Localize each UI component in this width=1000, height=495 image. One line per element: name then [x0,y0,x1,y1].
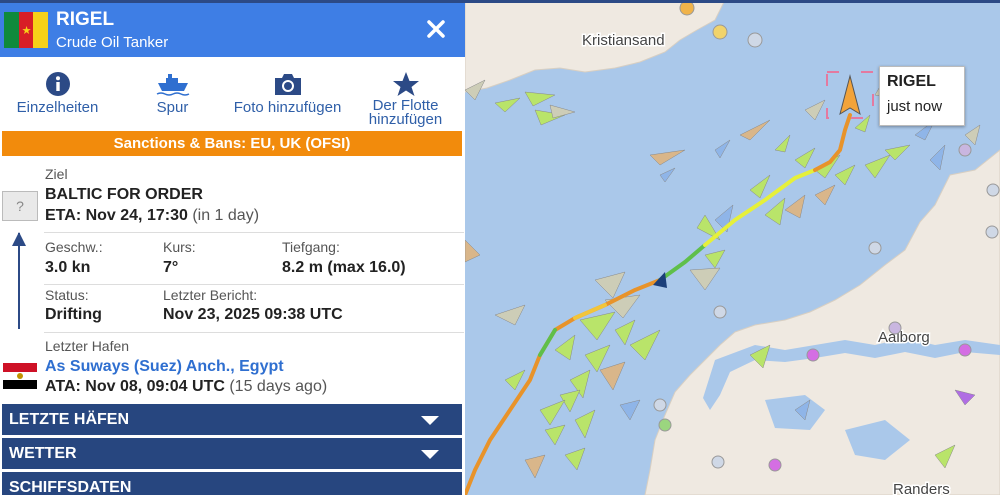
eta-value: ETA: Nov 24, 17:30 (in 1 day) [45,207,260,224]
ship-track-icon [156,74,189,96]
chevron-down-icon [421,450,439,459]
last-report-label: Letzter Bericht: [163,287,258,303]
vessel-info-panel: ★ RIGEL Crude Oil Tanker Einzelheiten Sp… [0,3,465,495]
vessel-map-label[interactable]: RIGEL just now [879,66,965,126]
close-icon[interactable] [424,17,448,41]
voyage-arrow-icon [12,232,26,246]
action-bar: Einzelheiten Spur Foto hinzufügen Der Fl… [0,61,465,131]
divider [44,284,464,285]
status-label: Status: [45,287,89,303]
details-label: Einzelheiten [16,99,99,116]
info-icon [45,72,70,96]
draught-label: Tiefgang: [282,239,340,255]
destination-label: Ziel [45,166,68,182]
add-photo-button[interactable]: Foto hinzufügen [230,61,345,131]
place-label-aalborg: Aalborg [878,329,930,346]
top-border [0,0,1000,3]
place-label-randers: Randers [893,481,950,495]
ata-value: ATA: Nov 08, 09:04 UTC (15 days ago) [45,378,328,395]
cameroon-flag-icon: ★ [4,12,49,48]
accordion-weather[interactable]: WETTER [2,438,462,469]
status-value: Drifting [45,306,102,323]
accordion-label: LETZTE HÄFEN [9,411,129,428]
add-photo-label: Foto hinzufügen [233,99,342,116]
divider [44,232,464,233]
voyage-line [18,233,20,329]
track-label: Spur [156,99,189,116]
vessel-map-label-name: RIGEL [887,73,936,90]
camera-icon [274,74,301,95]
details-button[interactable]: Einzelheiten [0,61,115,131]
last-report-value: Nov 23, 2025 09:38 UTC [163,306,343,323]
divider [44,332,464,333]
unknown-port-flag: ? [2,191,38,221]
vessel-map-label-time: just now [887,98,943,115]
sanctions-banner[interactable]: Sanctions & Bans: EU, UK (OFSI) [2,131,462,156]
speed-label: Geschw.: [45,239,103,255]
accordion-label: WETTER [9,445,77,462]
add-to-fleet-button[interactable]: Der Flotte hinzufügen [348,61,463,131]
track-button[interactable]: Spur [115,61,230,131]
accordion-ship-data[interactable]: SCHIFFSDATEN [2,472,462,495]
egypt-flag-icon [3,363,37,390]
accordion-last-ports[interactable]: LETZTE HÄFEN [2,404,462,435]
vessel-type: Crude Oil Tanker [56,34,169,51]
place-label-kristiansand: Kristiansand [582,32,665,49]
add-to-fleet-label: Der Flotte hinzufügen [368,97,443,128]
last-port-label: Letzter Hafen [45,338,130,354]
vessel-name: RIGEL [56,9,115,30]
last-port-link[interactable]: As Suways (Suez) Anch., Egypt [45,358,284,376]
course-value: 7° [163,259,179,276]
speed-value: 3.0 kn [45,259,91,276]
destination-value: BALTIC FOR ORDER [45,186,203,203]
draught-value: 8.2 m (max 16.0) [282,259,406,276]
accordion-label: SCHIFFSDATEN [9,479,132,495]
course-label: Kurs: [163,239,196,255]
star-icon [392,72,419,96]
panel-header: ★ RIGEL Crude Oil Tanker [0,3,465,57]
chevron-down-icon [421,416,439,425]
